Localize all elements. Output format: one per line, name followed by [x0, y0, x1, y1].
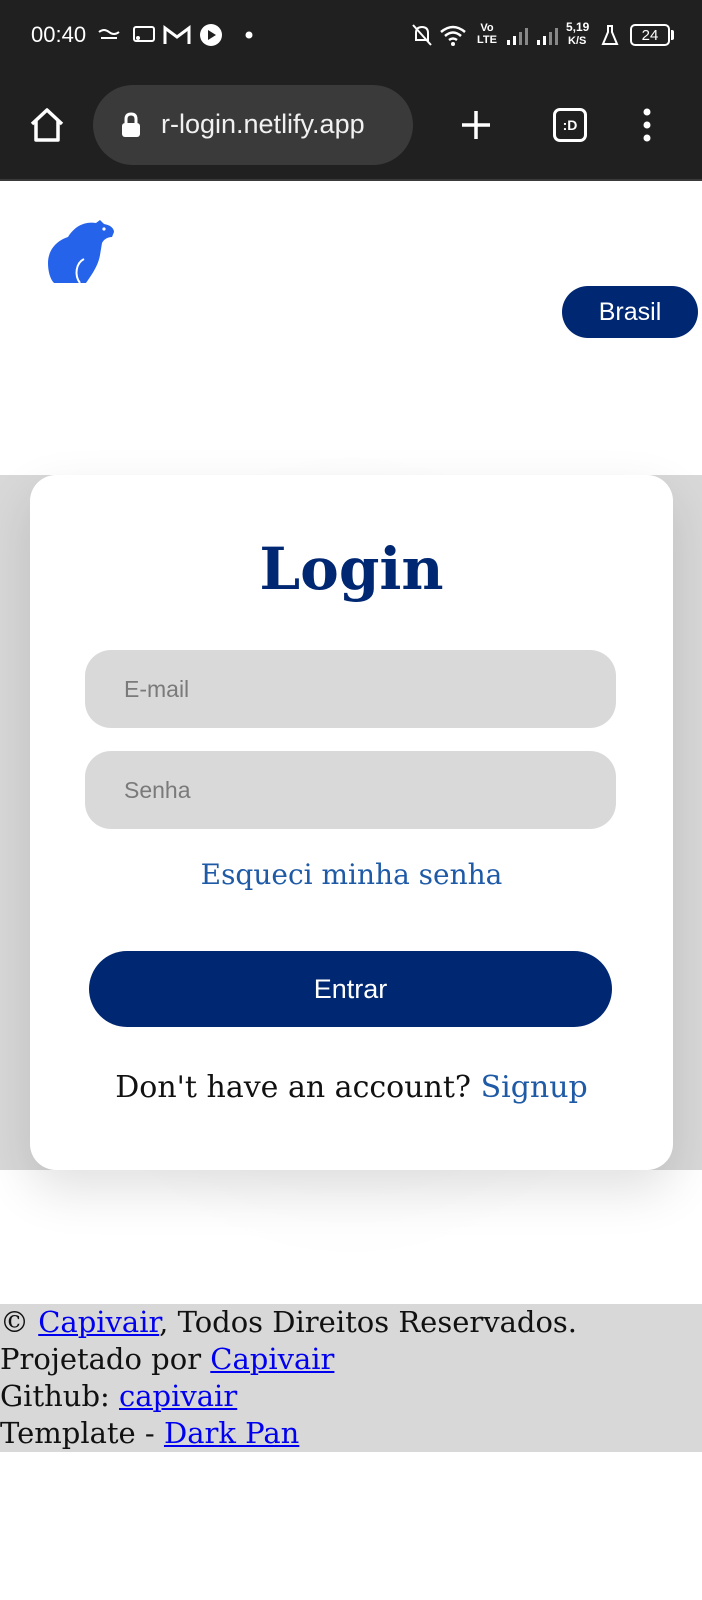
login-card: Login Esqueci minha senha Entrar Don't h…	[30, 475, 673, 1170]
signup-link[interactable]: Signup	[481, 1070, 588, 1105]
login-title: Login	[259, 535, 444, 603]
home-icon[interactable]	[28, 106, 66, 144]
tab-switcher-label: :D	[562, 117, 578, 133]
more-notifications-dot-icon	[245, 31, 253, 39]
gmail-icon	[163, 25, 191, 44]
footer-copyright-line: © Capivair, Todos Direitos Reservados.	[0, 1304, 702, 1341]
network-speed-unit: K/S	[568, 35, 587, 47]
cast-icon	[133, 26, 155, 42]
capybara-logo[interactable]	[44, 215, 116, 287]
copyright-text: , Todos Direitos Reservados.	[159, 1305, 578, 1339]
login-button[interactable]: Entrar	[89, 951, 612, 1027]
lock-icon	[122, 112, 140, 137]
footer-github-line: Github: capivair	[0, 1378, 702, 1415]
copyright-symbol: ©	[0, 1305, 29, 1339]
url-text: r-login.netlify.app	[161, 109, 365, 139]
designed-by-text: Projetado por	[0, 1342, 202, 1376]
volte-label: Vo LTE	[477, 22, 497, 46]
toolbar-divider	[0, 179, 702, 181]
wifi-icon	[440, 25, 466, 46]
notification-app-icon	[98, 29, 120, 39]
battery-cap	[671, 30, 674, 40]
country-button[interactable]: Brasil	[562, 286, 698, 338]
copyright-link[interactable]: Capivair	[38, 1305, 159, 1339]
tab-switcher-button[interactable]: :D	[553, 108, 587, 142]
github-text: Github:	[0, 1379, 110, 1413]
more-options-icon[interactable]	[640, 107, 654, 143]
signal-strength-2-icon	[537, 28, 558, 45]
signup-prompt-text: Don't have an account?	[115, 1070, 472, 1105]
footer-template-line: Template - Dark Pan	[0, 1415, 702, 1452]
footer: © Capivair, Todos Direitos Reservados. P…	[0, 1304, 702, 1452]
youtube-icon	[200, 24, 222, 46]
signal-strength-1-icon	[507, 28, 528, 45]
github-link[interactable]: capivair	[119, 1379, 237, 1413]
template-text: Template -	[0, 1416, 155, 1450]
status-time: 00:40	[31, 22, 87, 47]
mute-bell-icon	[412, 24, 432, 46]
template-link[interactable]: Dark Pan	[164, 1416, 299, 1450]
signup-prompt-line: Don't have an account? Signup	[30, 1070, 673, 1105]
address-bar[interactable]: r-login.netlify.app	[93, 85, 413, 165]
flask-icon	[601, 25, 619, 45]
password-field[interactable]	[85, 751, 616, 829]
forgot-password-link[interactable]: Esqueci minha senha	[30, 858, 673, 891]
battery-icon: 24	[630, 24, 670, 46]
network-speed-value: 5,19	[566, 20, 590, 34]
designed-by-link[interactable]: Capivair	[210, 1342, 334, 1376]
footer-designed-by-line: Projetado por Capivair	[0, 1341, 702, 1378]
new-tab-icon[interactable]	[459, 108, 493, 142]
email-field[interactable]	[85, 650, 616, 728]
status-bar: 00:40 Vo LTE 5,19 K/S 24	[0, 0, 702, 70]
battery-level: 24	[641, 26, 659, 44]
